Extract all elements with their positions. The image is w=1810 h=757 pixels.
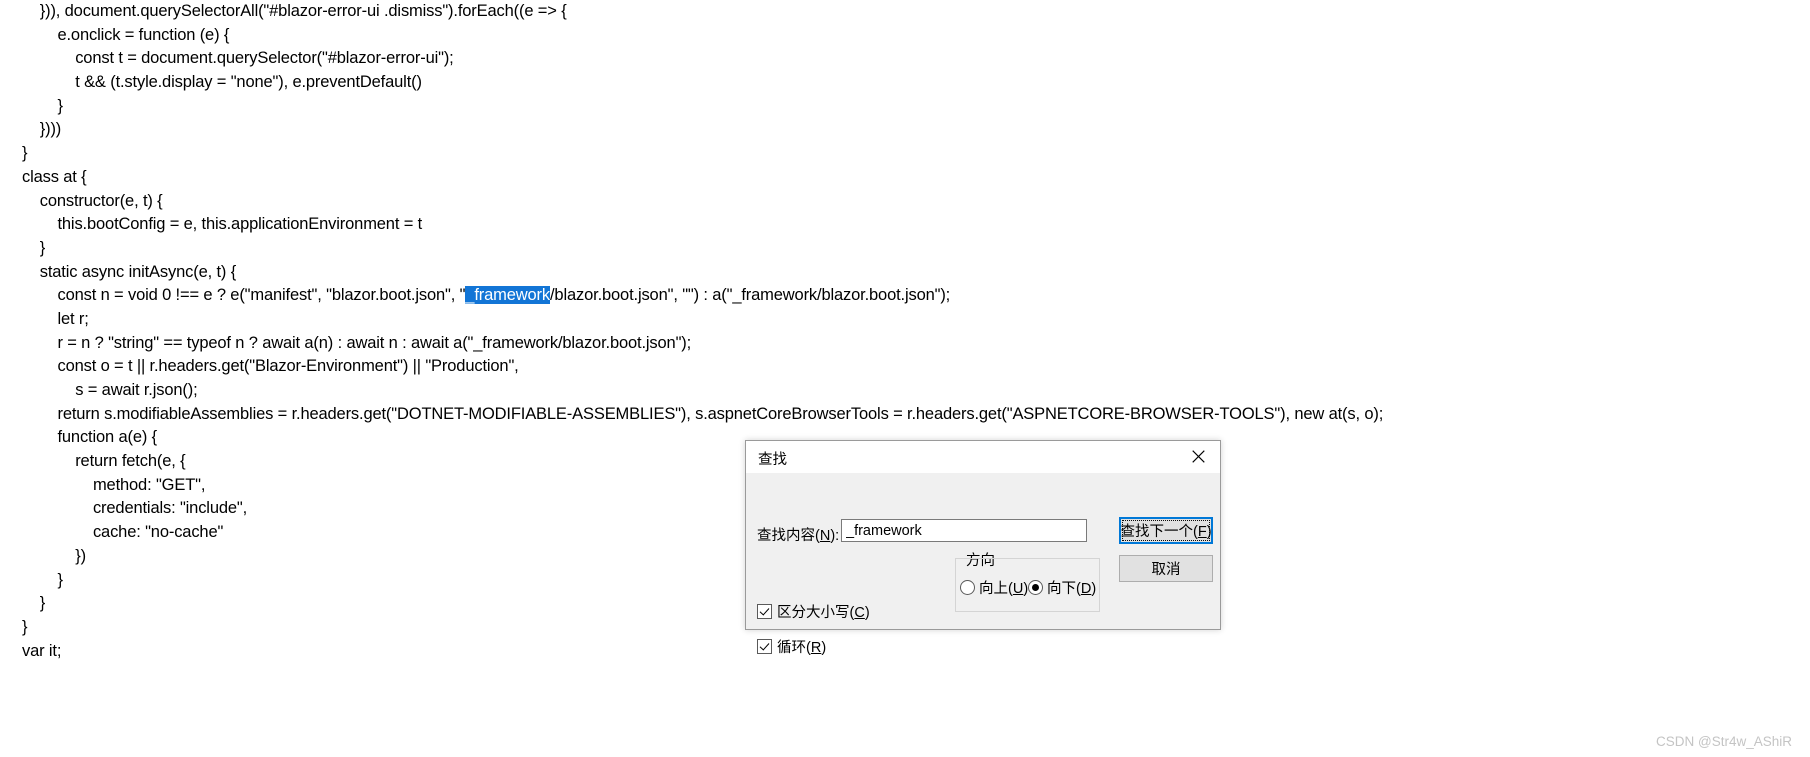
watermark: CSDN @Str4w_AShiR bbox=[1656, 734, 1792, 749]
radio-up-label: 向上(U) bbox=[979, 577, 1028, 598]
code-text-after-selection: /blazor.boot.json", "") : a("_framework/… bbox=[550, 286, 951, 305]
code-line: let r; bbox=[22, 309, 89, 328]
code-line: const n = void 0 !== e ? e("manifest", "… bbox=[0, 284, 1810, 308]
code-line: } bbox=[22, 144, 28, 163]
checkbox-wrap-around-label-suffix: ) bbox=[821, 640, 827, 656]
find-next-button[interactable]: 查找下一个(F) bbox=[1119, 517, 1213, 544]
find-dialog[interactable]: 查找 查找内容(N): 方向 向上(U) 向下(D) 区分大小写(C) 循环( bbox=[745, 440, 1221, 656]
checkbox-wrap-around-indicator[interactable] bbox=[757, 639, 772, 654]
radio-up-accel: U bbox=[1012, 581, 1024, 597]
close-icon[interactable] bbox=[1176, 441, 1220, 472]
code-line: return s.modifiableAssemblies = r.header… bbox=[22, 404, 1384, 423]
code-line: t && (t.style.display = "none"), e.preve… bbox=[22, 73, 422, 92]
code-line: e.onclick = function (e) { bbox=[22, 25, 230, 44]
cancel-button[interactable]: 取消 bbox=[1119, 555, 1213, 582]
code-line: } bbox=[22, 238, 46, 257]
checkbox-match-case-label-suffix: ) bbox=[864, 605, 870, 621]
checkbox-match-case[interactable]: 区分大小写(C) bbox=[757, 601, 870, 622]
code-line: r = n ? "string" == typeof n ? await a(n… bbox=[22, 333, 692, 352]
checkbox-match-case-label-prefix: 区分大小写( bbox=[777, 605, 855, 621]
find-next-label-prefix: 查找下一个( bbox=[1120, 524, 1198, 540]
find-what-label: 查找内容(N): bbox=[757, 524, 839, 545]
code-line: const t = document.querySelector("#blazo… bbox=[22, 49, 454, 68]
code-line: this.bootConfig = e, this.applicationEnv… bbox=[22, 215, 423, 234]
radio-up-label-prefix: 向上( bbox=[979, 581, 1013, 597]
text-editor-code-view[interactable]: })), document.querySelectorAll("#blazor-… bbox=[0, 0, 1810, 757]
find-what-input[interactable] bbox=[841, 519, 1087, 542]
radio-direction-up[interactable]: 向上(U) bbox=[960, 577, 1028, 598]
find-what-label-suffix: ): bbox=[830, 528, 840, 544]
radio-direction-down[interactable]: 向下(D) bbox=[1028, 577, 1096, 598]
radio-down-accel: D bbox=[1080, 581, 1092, 597]
dialog-title: 查找 bbox=[758, 452, 787, 468]
checkbox-wrap-around[interactable]: 循环(R) bbox=[757, 636, 826, 657]
find-what-accel: N bbox=[819, 528, 831, 544]
radio-down-label-prefix: 向下( bbox=[1047, 581, 1081, 597]
radio-down-label-suffix: ) bbox=[1091, 581, 1097, 597]
find-what-label-prefix: 查找内容( bbox=[757, 528, 820, 544]
code-line: const o = t || r.headers.get("Blazor-Env… bbox=[22, 357, 519, 376]
checkbox-match-case-indicator[interactable] bbox=[757, 604, 772, 619]
radio-down-indicator[interactable] bbox=[1028, 580, 1043, 595]
code-line: var it; bbox=[22, 641, 62, 660]
search-match-highlight: _framework bbox=[465, 286, 550, 305]
code-line: constructor(e, t) { bbox=[22, 191, 163, 210]
checkbox-match-case-accel: C bbox=[854, 605, 865, 621]
find-next-label-suffix: ) bbox=[1206, 524, 1212, 540]
code-line: }))) bbox=[22, 120, 62, 139]
find-next-accel: F bbox=[1197, 524, 1207, 540]
code-line: })), document.querySelectorAll("#blazor-… bbox=[22, 2, 567, 20]
radio-up-indicator[interactable] bbox=[960, 580, 975, 595]
dialog-body: 查找内容(N): 方向 向上(U) 向下(D) 区分大小写(C) 循环(R) 查… bbox=[746, 474, 1220, 656]
code-text-before-selection: const n = void 0 !== e ? e("manifest", "… bbox=[22, 286, 466, 305]
checkbox-wrap-around-label: 循环(R) bbox=[777, 636, 826, 657]
checkbox-wrap-around-label-prefix: 循环( bbox=[777, 640, 811, 656]
cancel-button-label: 取消 bbox=[1151, 562, 1181, 578]
checkbox-match-case-label: 区分大小写(C) bbox=[777, 601, 870, 622]
dialog-titlebar[interactable]: 查找 bbox=[746, 441, 1220, 474]
code-line: } bbox=[22, 96, 63, 115]
code-line: static async initAsync(e, t) { bbox=[22, 262, 237, 281]
radio-down-label: 向下(D) bbox=[1047, 577, 1096, 598]
checkbox-wrap-around-accel: R bbox=[810, 640, 822, 656]
code-line: s = await r.json(); bbox=[22, 381, 198, 399]
find-next-button-label: 查找下一个(F) bbox=[1120, 520, 1211, 541]
code-line: class at { bbox=[22, 167, 87, 186]
